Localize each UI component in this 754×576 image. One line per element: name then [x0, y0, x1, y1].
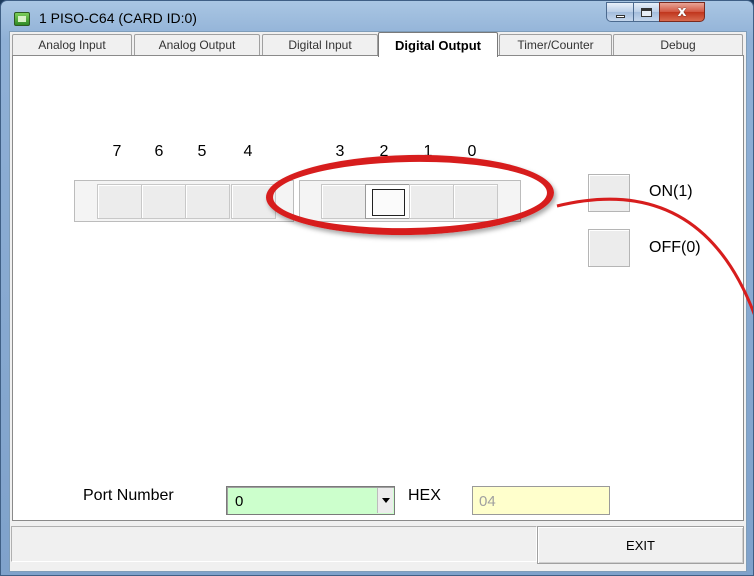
hex-value-field: 04	[472, 486, 610, 515]
digital-output-panel	[12, 55, 744, 521]
port-number-label: Port Number	[83, 487, 174, 504]
bit-label-4: 4	[243, 143, 253, 160]
on-legend-swatch	[588, 174, 630, 212]
bit-label-5: 5	[197, 143, 207, 160]
minimize-icon	[615, 14, 625, 18]
minimize-button[interactable]	[606, 2, 634, 22]
status-bar: EXIT	[10, 522, 746, 571]
bit-3-toggle[interactable]	[321, 184, 366, 219]
tab-digital-output[interactable]: Digital Output	[378, 32, 498, 57]
hex-value: 04	[479, 493, 496, 510]
title-bar[interactable]: 1 PISO-C64 (CARD ID:0) x	[1, 1, 753, 35]
bit-5-toggle[interactable]	[185, 184, 230, 219]
port-number-select[interactable]: 0	[226, 486, 395, 515]
close-button[interactable]: x	[659, 2, 705, 22]
app-icon	[14, 12, 30, 26]
on-legend-label: ON(1)	[649, 183, 693, 200]
tab-digital-input[interactable]: Digital Input	[262, 34, 378, 55]
tab-strip: Analog Input Analog Output Digital Input…	[10, 32, 748, 57]
maximize-button[interactable]	[633, 2, 660, 22]
port-number-value: 0	[235, 493, 244, 510]
off-legend-swatch	[588, 229, 630, 267]
exit-button[interactable]: EXIT	[537, 526, 744, 564]
bit-1-toggle[interactable]	[409, 184, 454, 219]
tab-analog-output[interactable]: Analog Output	[134, 34, 260, 55]
hex-label: HEX	[408, 487, 441, 504]
tab-analog-input[interactable]: Analog Input	[12, 34, 132, 55]
off-legend-label: OFF(0)	[649, 239, 701, 256]
bit-label-6: 6	[154, 143, 164, 160]
client-area: Analog Input Analog Output Digital Input…	[9, 31, 747, 572]
tab-timer-counter[interactable]: Timer/Counter	[499, 34, 612, 55]
status-pane	[11, 526, 537, 562]
bit-label-1: 1	[423, 143, 433, 160]
window-title: 1 PISO-C64 (CARD ID:0)	[39, 10, 197, 26]
bit-7-toggle[interactable]	[97, 184, 142, 219]
dropdown-arrow-button[interactable]	[377, 488, 393, 513]
bit-2-toggle[interactable]	[365, 184, 410, 219]
maximize-icon	[641, 7, 652, 17]
tab-debug[interactable]: Debug	[613, 34, 743, 55]
bit-label-7: 7	[112, 143, 122, 160]
bit-0-toggle[interactable]	[453, 184, 498, 219]
bit-4-toggle[interactable]	[231, 184, 276, 219]
bit-6-toggle[interactable]	[141, 184, 186, 219]
bit-label-2: 2	[379, 143, 389, 160]
bit-label-0: 0	[467, 143, 477, 160]
app-window: 1 PISO-C64 (CARD ID:0) x Analog Input An…	[0, 0, 754, 576]
close-icon: x	[677, 4, 687, 20]
chevron-down-icon	[381, 498, 390, 503]
bit-label-3: 3	[335, 143, 345, 160]
